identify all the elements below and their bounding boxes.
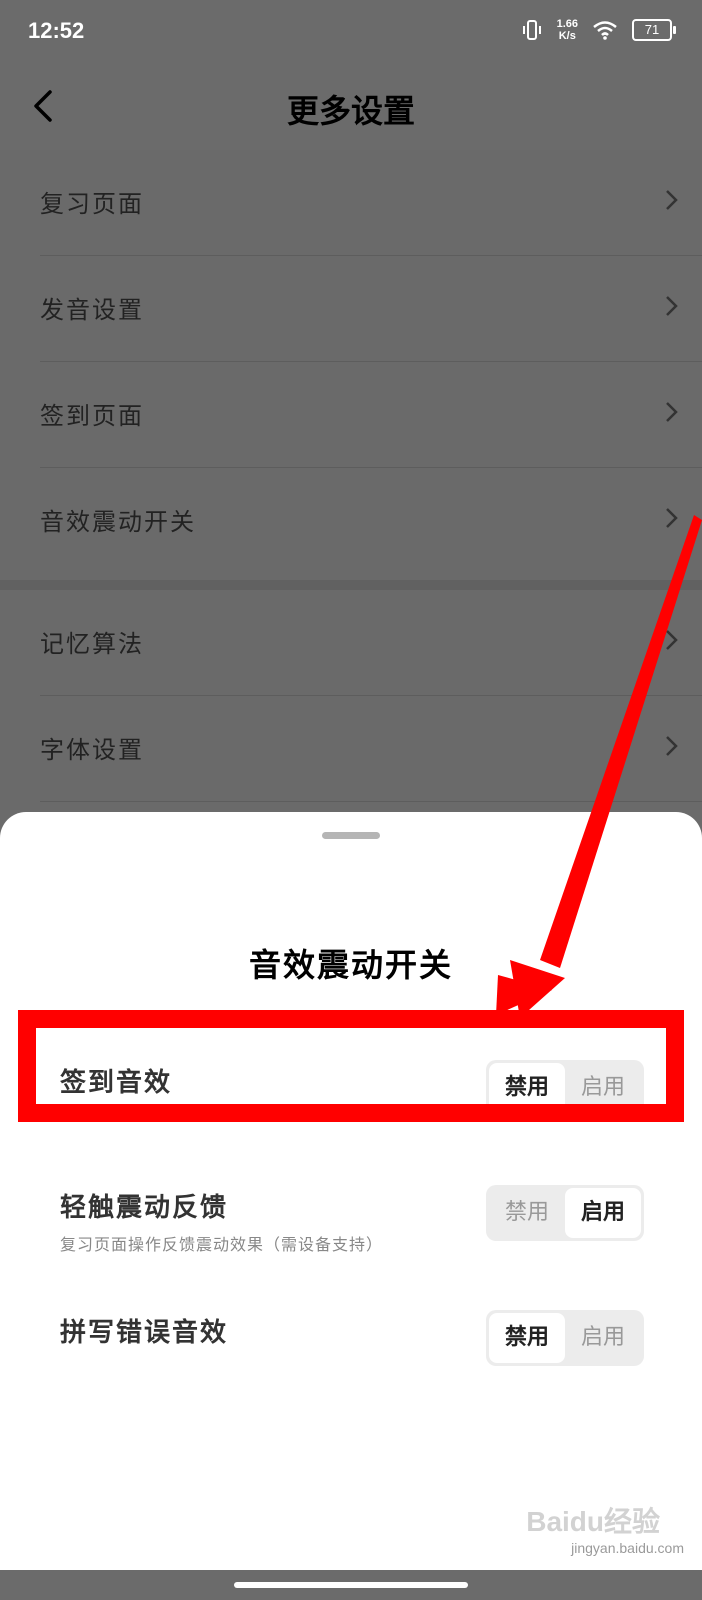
sheet-title: 音效震动开关 [248, 946, 453, 984]
option-haptic-feedback: 轻触震动反馈 复习页面操作反馈震动效果（需设备支持） 禁用 启用 [0, 1167, 702, 1257]
battery-indicator: 71 [632, 19, 676, 41]
settings-item-label: 复习页面 [40, 190, 144, 218]
vibrate-icon [522, 20, 541, 40]
annotation-highlight-box [18, 1010, 684, 1122]
disable-option[interactable]: 禁用 [489, 1188, 565, 1238]
home-indicator[interactable] [234, 1582, 468, 1588]
net-speed-unit: K/s [558, 30, 576, 42]
option-name: 轻触震动反馈 [60, 1193, 229, 1223]
settings-item-memory-algorithm[interactable]: 记忆算法 [40, 590, 702, 696]
settings-group-2: 记忆算法 字体设置 [0, 590, 702, 810]
net-speed: 1.66 K/s [557, 18, 578, 42]
settings-item-sound-vibration[interactable]: 音效震动开关 [40, 468, 702, 573]
status-bar: 12:52 1.66 K/s 71 [0, 0, 702, 64]
settings-item-label: 记忆算法 [40, 630, 144, 658]
watermark-logo: Baidu经验 [526, 1506, 660, 1537]
option-spelling-error-sound: 拼写错误音效 禁用 启用 [0, 1292, 702, 1382]
chevron-right-icon [666, 296, 678, 316]
section-divider [0, 580, 702, 590]
option-name: 拼写错误音效 [60, 1318, 229, 1348]
page-title: 更多设置 [286, 92, 415, 130]
segmented-toggle: 禁用 启用 [486, 1185, 644, 1241]
disable-option[interactable]: 禁用 [489, 1313, 565, 1363]
chevron-right-icon [666, 190, 678, 210]
status-icons: 1.66 K/s 71 [521, 18, 676, 42]
settings-item-pronunciation[interactable]: 发音设置 [40, 256, 702, 362]
settings-item-label: 字体设置 [40, 736, 144, 764]
chevron-right-icon [666, 630, 678, 650]
system-nav-bar [0, 1570, 702, 1600]
settings-item-font[interactable]: 字体设置 [40, 696, 702, 802]
chevron-right-icon [666, 508, 678, 528]
chevron-right-icon [666, 736, 678, 756]
watermark-url: jingyan.baidu.com [571, 1540, 684, 1556]
settings-item-review-page[interactable]: 复习页面 [40, 150, 702, 256]
option-description: 复习页面操作反馈震动效果（需设备支持） [60, 1235, 384, 1254]
segmented-toggle: 禁用 启用 [486, 1310, 644, 1366]
settings-item-label: 签到页面 [40, 402, 144, 430]
bottom-sheet: 音效震动开关 签到音效 禁用 启用 轻触震动反馈 复习页面操作反馈震动效果（需设… [0, 812, 702, 1600]
enable-option[interactable]: 启用 [565, 1188, 641, 1238]
chevron-right-icon [666, 402, 678, 422]
settings-group-1: 复习页面 发音设置 签到页面 音效震动开关 [0, 150, 702, 580]
settings-item-checkin-page[interactable]: 签到页面 [40, 362, 702, 468]
nav-bar: 更多设置 [0, 70, 702, 146]
drag-handle[interactable] [322, 832, 380, 839]
settings-item-label: 发音设置 [40, 296, 144, 324]
wifi-icon [593, 21, 617, 40]
net-speed-value: 1.66 [556, 18, 578, 30]
enable-option[interactable]: 启用 [565, 1313, 641, 1363]
status-time: 12:52 [28, 18, 85, 43]
settings-item-label: 音效震动开关 [40, 508, 196, 536]
